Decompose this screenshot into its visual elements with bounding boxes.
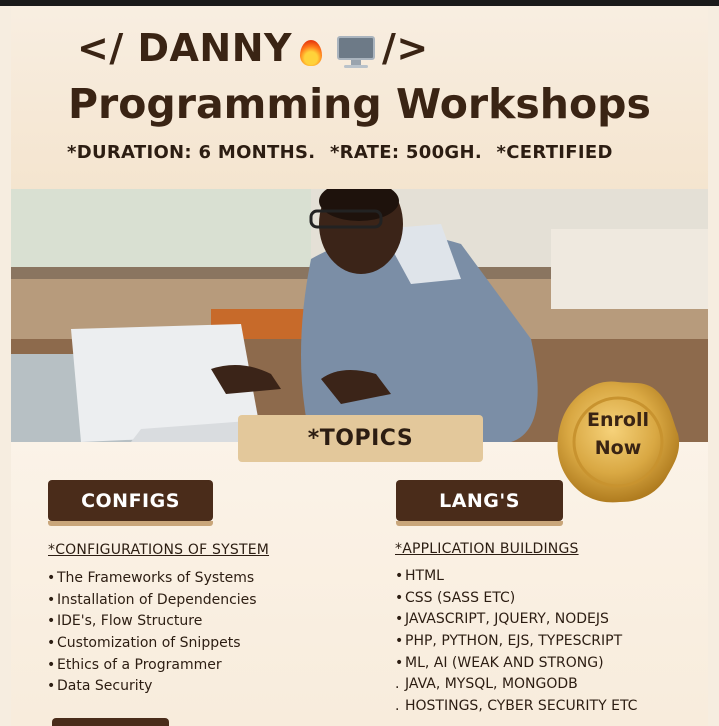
list-item: • The Frameworks of Systems bbox=[47, 570, 255, 586]
brand-suffix: /> bbox=[382, 26, 429, 70]
langs-list: • HTML • CSS (SASS ETC) • JAVASCRIPT, JQUER… bbox=[395, 566, 637, 718]
certified-detail: *CERTIFIED bbox=[496, 142, 613, 163]
rate-detail: *RATE: 500GH. bbox=[329, 142, 482, 163]
enroll-line-2: Now bbox=[594, 437, 642, 459]
list-item: • CSS (SASS ETC) bbox=[395, 589, 516, 606]
fire-icon bbox=[298, 34, 324, 68]
langs-tag: LANG'S bbox=[396, 480, 563, 526]
next-section-tag bbox=[52, 718, 169, 726]
brand-prefix: </ DANNY bbox=[77, 26, 293, 70]
configs-heading: *CONFIGURATIONS OF SYSTEM bbox=[48, 542, 270, 558]
configs-tag: CONFIGS bbox=[48, 480, 213, 526]
list-item: • Data Security bbox=[47, 678, 153, 695]
list-item: • Ethics of a Programmer bbox=[47, 656, 222, 673]
enroll-line-1: Enroll bbox=[587, 409, 649, 431]
desktop-computer-icon bbox=[336, 34, 376, 68]
brand-heading: </ DANNY /> bbox=[77, 26, 429, 70]
langs-heading: *APPLICATION BUILDINGS bbox=[395, 541, 579, 557]
list-item: . HOSTINGS, CYBER SECURITY ETC bbox=[395, 698, 638, 715]
list-item: • Customization of Snippets bbox=[47, 635, 241, 652]
configs-list: • The Frameworks of Systems • Installation… bbox=[47, 568, 257, 698]
enroll-now-label[interactable]: Enroll Now bbox=[554, 406, 682, 462]
workshop-flyer: </ DANNY /> Programming Workshops *DURATI… bbox=[11, 6, 708, 726]
list-item: • PHP, PYTHON, EJS, TYPESCRIPT bbox=[395, 633, 623, 650]
topics-banner: *TOPICS bbox=[238, 415, 483, 462]
list-item: • HTML bbox=[395, 568, 444, 584]
duration-detail: *DURATION: 6 MONTHS. bbox=[67, 142, 316, 163]
list-item: • JAVASCRIPT, JQUERY, NODEJS bbox=[395, 611, 609, 628]
list-item: • Installation of Dependencies bbox=[47, 591, 257, 608]
flyer-title: Programming Workshops bbox=[68, 80, 651, 128]
list-item: • IDE's, Flow Structure bbox=[47, 613, 203, 630]
list-item: . JAVA, MYSQL, MONGODB bbox=[395, 676, 578, 693]
course-details: *DURATION: 6 MONTHS. *RATE: 500GH. *CERT… bbox=[67, 142, 621, 163]
list-item: • ML, AI (WEAK AND STRONG) bbox=[395, 654, 604, 671]
